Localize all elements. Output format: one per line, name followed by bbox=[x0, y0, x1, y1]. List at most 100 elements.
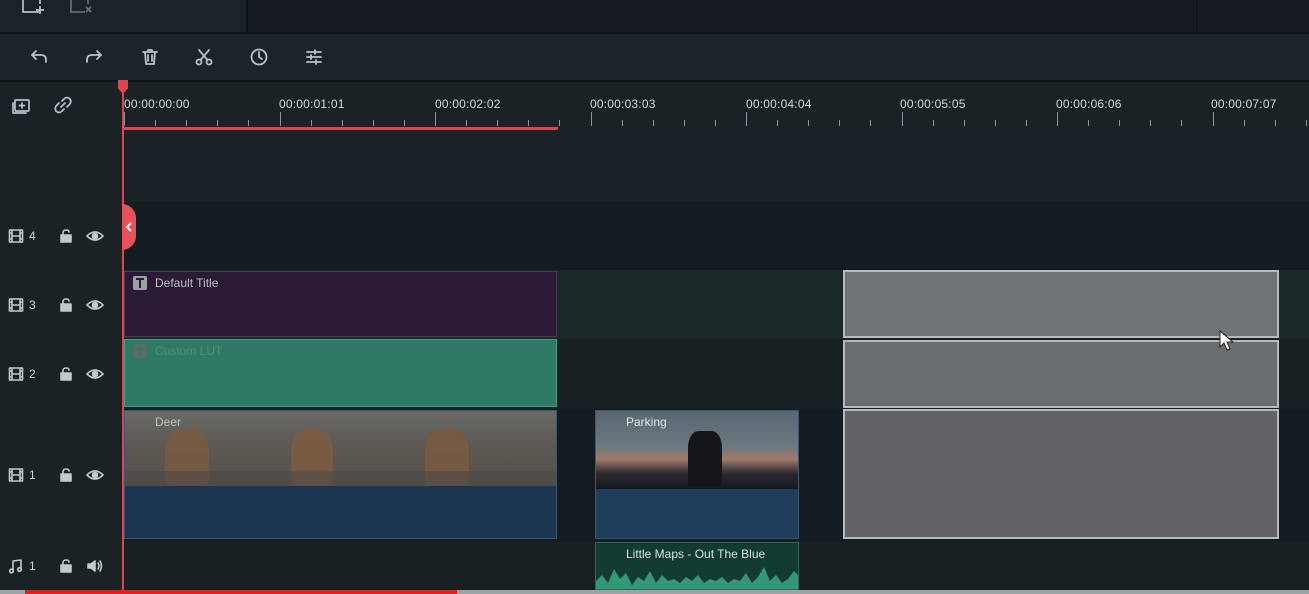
ruler-minor-tick bbox=[1025, 120, 1027, 126]
link-icon[interactable] bbox=[50, 92, 76, 118]
ruler-major-tick bbox=[901, 112, 903, 126]
ruler-minor-tick bbox=[248, 120, 250, 126]
clip-label: Little Maps - Out The Blue bbox=[626, 547, 766, 561]
delete-folder-icon[interactable] bbox=[68, 0, 94, 23]
timecode-label: 00:00:01:01 bbox=[279, 97, 345, 111]
track-header-video-2: 2 bbox=[0, 339, 122, 409]
ruler-minor-tick bbox=[1181, 120, 1183, 126]
lock-icon[interactable] bbox=[59, 229, 73, 243]
ruler-minor-tick bbox=[559, 120, 561, 126]
clip-selected-track3[interactable] bbox=[843, 270, 1279, 338]
lut-icon bbox=[133, 344, 147, 358]
clip-audio[interactable]: Little Maps - Out The Blue bbox=[595, 542, 799, 590]
video-track-icon bbox=[8, 367, 24, 381]
ruler-minor-tick bbox=[497, 120, 499, 126]
video-track-icon bbox=[8, 229, 24, 243]
timeline-ruler[interactable]: 00:00:00:00 00:00:01:01 00:00:02:02 00:0… bbox=[122, 82, 1309, 130]
ruler-minor-tick bbox=[1119, 120, 1121, 126]
ruler-minor-tick bbox=[839, 120, 841, 126]
chevron-left-icon bbox=[125, 222, 132, 232]
timecode-label: 00:00:06:06 bbox=[1056, 97, 1122, 111]
lock-icon[interactable] bbox=[59, 367, 73, 381]
ruler-major-tick bbox=[1057, 112, 1058, 126]
ruler-minor-tick bbox=[1274, 120, 1276, 126]
adjust-icon[interactable] bbox=[301, 44, 327, 70]
eye-icon[interactable] bbox=[86, 229, 104, 243]
ruler-major-tick bbox=[590, 112, 592, 126]
ruler-major-tick bbox=[1212, 112, 1214, 126]
timecode-label: 00:00:07:07 bbox=[1211, 97, 1277, 111]
eye-icon[interactable] bbox=[86, 468, 104, 482]
ruler-major-tick bbox=[279, 112, 281, 126]
redo-icon[interactable] bbox=[81, 44, 107, 70]
track-header-video-1: 1 bbox=[0, 409, 122, 541]
title-text-icon bbox=[133, 276, 147, 290]
panel-divider bbox=[246, 0, 248, 32]
ruler-minor-tick bbox=[777, 120, 779, 126]
track-number: 1 bbox=[29, 468, 36, 482]
ruler-major-tick bbox=[435, 112, 436, 126]
timecode-label: 00:00:05:05 bbox=[900, 97, 966, 111]
speaker-icon[interactable] bbox=[86, 559, 104, 573]
lock-icon[interactable] bbox=[59, 297, 73, 312]
lock-icon[interactable] bbox=[59, 468, 73, 482]
media-panel-tools bbox=[0, 0, 246, 32]
lane-video-4 bbox=[122, 202, 1309, 270]
mouse-cursor-icon bbox=[1219, 330, 1235, 351]
ruler-minor-tick bbox=[310, 120, 312, 126]
ruler-minor-tick bbox=[683, 120, 685, 126]
video-progress-fill bbox=[25, 590, 457, 594]
ruler-minor-tick bbox=[155, 120, 157, 126]
ruler-minor-tick bbox=[1305, 120, 1307, 126]
track-header-video-4: 4 bbox=[0, 202, 122, 270]
ruler-minor-tick bbox=[621, 120, 623, 126]
track-number: 4 bbox=[29, 229, 36, 243]
timecode-label: 00:00:02:02 bbox=[435, 97, 501, 111]
ruler-major-tick bbox=[746, 112, 747, 126]
cut-icon[interactable] bbox=[191, 44, 217, 70]
ruler-minor-tick bbox=[1243, 120, 1245, 126]
playhead[interactable] bbox=[122, 82, 124, 594]
timecode-label: 00:00:03:03 bbox=[590, 97, 656, 111]
clip-selected-track2[interactable] bbox=[843, 340, 1279, 408]
ruler-minor-tick bbox=[1150, 120, 1152, 126]
timeline-toolbar bbox=[0, 34, 1309, 82]
eye-icon[interactable] bbox=[86, 298, 104, 312]
ruler-minor-tick bbox=[372, 120, 374, 126]
delete-icon[interactable] bbox=[137, 44, 163, 70]
track-header-audio-1: 1 bbox=[0, 541, 122, 590]
undo-icon[interactable] bbox=[26, 44, 52, 70]
clip-parking[interactable]: Parking bbox=[595, 410, 799, 539]
ground-shadow bbox=[125, 471, 556, 486]
music-note-icon bbox=[8, 558, 23, 574]
lock-icon[interactable] bbox=[59, 558, 73, 573]
video-track-icon bbox=[8, 468, 24, 482]
clip-deer[interactable]: Deer bbox=[124, 410, 557, 539]
ruler-minor-tick bbox=[341, 120, 343, 126]
ruler-major-tick bbox=[124, 112, 125, 126]
speed-icon[interactable] bbox=[246, 44, 272, 70]
ruler-minor-tick bbox=[808, 120, 810, 126]
ruler-minor-tick bbox=[1088, 120, 1090, 126]
new-folder-icon[interactable] bbox=[20, 0, 46, 23]
clip-label: Custom LUT bbox=[155, 344, 223, 358]
ruler-minor-tick bbox=[714, 120, 716, 126]
clip-label: Default Title bbox=[155, 276, 219, 290]
track-number: 3 bbox=[29, 297, 36, 312]
panel-divider bbox=[1196, 0, 1198, 32]
clip-label: Parking bbox=[626, 415, 667, 429]
ruler-minor-tick bbox=[403, 120, 405, 126]
ruler-minor-tick bbox=[963, 120, 965, 126]
eye-icon[interactable] bbox=[86, 367, 104, 381]
clip-selected-track1[interactable] bbox=[843, 409, 1279, 539]
clip-default-title[interactable]: Default Title bbox=[124, 271, 557, 337]
ruler-minor-tick bbox=[994, 120, 996, 126]
playhead-handle[interactable] bbox=[122, 204, 136, 250]
track-number: 1 bbox=[29, 558, 36, 573]
ruler-minor-tick bbox=[186, 120, 188, 126]
ruler-minor-tick bbox=[466, 120, 468, 126]
clip-label: Deer bbox=[155, 415, 182, 429]
add-track-icon[interactable] bbox=[8, 92, 34, 118]
ruler-minor-tick bbox=[217, 120, 219, 126]
clip-custom-lut[interactable]: Custom LUT bbox=[124, 339, 557, 407]
